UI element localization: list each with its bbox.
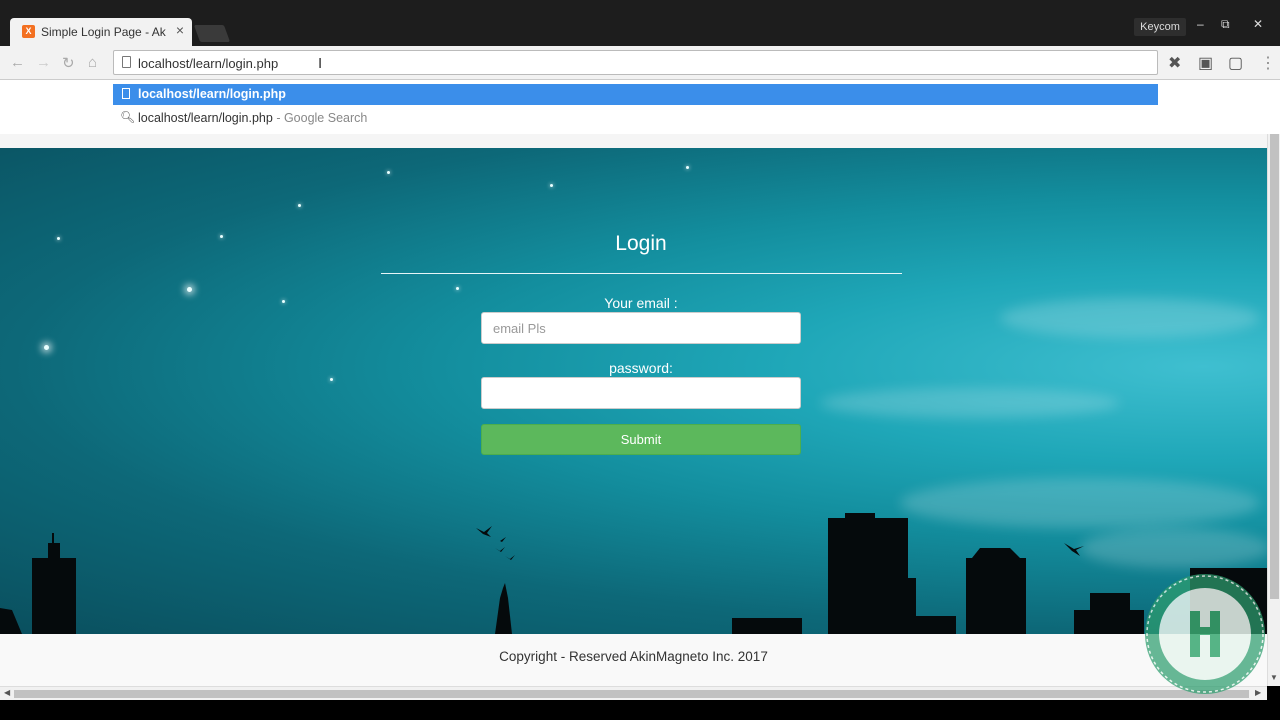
extension-cast-icon[interactable]: ▢: [1228, 53, 1243, 73]
home-icon[interactable]: ⌂: [88, 54, 97, 71]
extension-bag-icon[interactable]: ▣: [1198, 53, 1213, 73]
restore-icon[interactable]: ⧉: [1221, 17, 1230, 32]
search-query-text: localhost/learn/login.php: [138, 111, 273, 125]
copyright-text: Copyright - Reserved AkinMagneto Inc. 20…: [499, 649, 768, 664]
browser-toolbar: ← → ↻ ⌂ localhost/learn/login.php I ✖ ▣ …: [0, 46, 1280, 80]
address-text: localhost/learn/login.php: [138, 56, 279, 71]
profile-button[interactable]: Keycom: [1134, 18, 1186, 36]
back-icon[interactable]: ←: [10, 54, 25, 71]
horizontal-scroll-thumb[interactable]: [14, 690, 1249, 698]
suggestion-url-text: localhost/learn/login.php: [138, 87, 286, 101]
scroll-down-arrow-icon[interactable]: ▼: [1270, 673, 1278, 682]
screen-bottom-bar: [0, 700, 1280, 720]
suggestion-url-item[interactable]: localhost/learn/login.php: [113, 84, 1158, 105]
page-icon: [122, 56, 131, 68]
page-icon: [122, 88, 130, 99]
address-bar[interactable]: localhost/learn/login.php I: [113, 50, 1158, 75]
password-label: password:: [609, 360, 673, 376]
minimize-icon[interactable]: –: [1197, 17, 1204, 31]
browser-titlebar: X Simple Login Page - Aki × Keycom – ⧉ ✕: [0, 0, 1280, 46]
reload-icon[interactable]: ↻: [62, 54, 75, 72]
text-cursor-icon: I: [318, 55, 323, 72]
password-field[interactable]: [481, 377, 801, 409]
page-footer: Copyright - Reserved AkinMagneto Inc. 20…: [0, 634, 1267, 686]
suggestion-search-item[interactable]: 🔍︎ localhost/learn/login.php - Google Se…: [113, 108, 1158, 129]
search-suffix-text: - Google Search: [276, 111, 368, 125]
tab-active[interactable]: X Simple Login Page - Aki ×: [10, 18, 192, 46]
search-icon: 🔍︎: [120, 110, 136, 124]
vertical-scroll-thumb[interactable]: [1270, 134, 1279, 599]
close-window-icon[interactable]: ✕: [1253, 17, 1263, 31]
tab-title: Simple Login Page - Aki: [41, 25, 166, 39]
xampp-icon: X: [22, 25, 35, 38]
forward-icon[interactable]: →: [36, 54, 51, 71]
new-tab-button[interactable]: [193, 25, 231, 42]
page-top-strip: [0, 134, 1267, 148]
submit-button[interactable]: Submit: [481, 424, 801, 455]
login-title: Login: [615, 232, 667, 255]
email-field[interactable]: [481, 312, 801, 344]
omnibox-dropdown: localhost/learn/login.php 🔍︎ localhost/l…: [0, 80, 1280, 134]
tab-close-icon[interactable]: ×: [176, 22, 184, 38]
title-divider: [381, 273, 902, 274]
menu-icon[interactable]: ⋮: [1260, 53, 1276, 73]
vertical-scrollbar[interactable]: ▼: [1267, 134, 1280, 686]
akin-magneto-watermark-logo: [1145, 574, 1265, 694]
extension-puzzle-icon[interactable]: ✖: [1168, 53, 1181, 73]
scroll-left-arrow-icon[interactable]: ◀: [4, 688, 10, 697]
login-hero-background: Login Your email : password: Submit: [0, 148, 1267, 634]
email-label: Your email :: [604, 295, 678, 311]
horizontal-scrollbar[interactable]: ◀ ▶: [0, 686, 1267, 700]
